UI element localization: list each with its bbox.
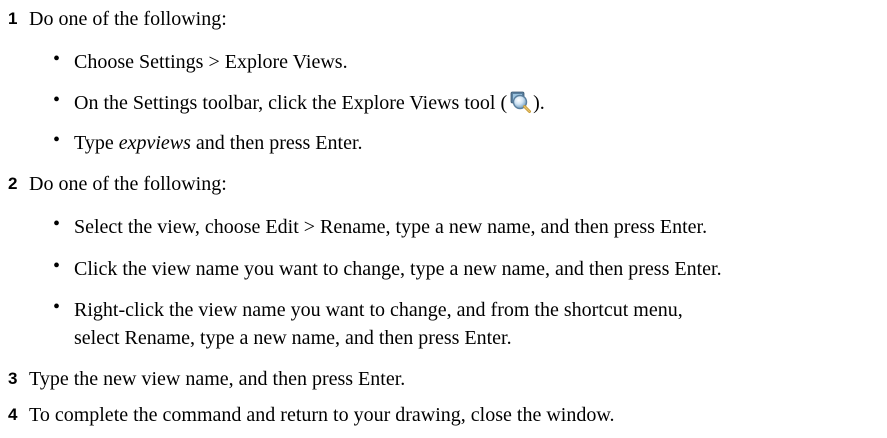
bullet-glyph: • bbox=[53, 255, 61, 277]
bullet-text: Right-click the view name you want to ch… bbox=[74, 296, 683, 352]
bullet-text-after: ). bbox=[533, 92, 545, 114]
bullet-glyph: • bbox=[53, 129, 61, 151]
bullet-text-line: select Rename, type a new name, and then… bbox=[74, 327, 512, 349]
step-text: To complete the command and return to yo… bbox=[29, 404, 615, 426]
bullet-text-after: and then press Enter. bbox=[190, 132, 363, 154]
bullet-text: On the Settings toolbar, click the Explo… bbox=[74, 89, 545, 118]
command-name: expviews bbox=[118, 132, 191, 154]
bullet-text: Select the view, choose Edit > Rename, t… bbox=[74, 216, 708, 238]
step-3: 3 Type the new view name, and then press… bbox=[0, 365, 887, 395]
bullet-text: Choose Settings > Explore Views. bbox=[74, 51, 348, 73]
step-text: Do one of the following: bbox=[29, 173, 227, 195]
bullet-text: Type expviews and then press Enter. bbox=[74, 129, 363, 158]
bullet-text: Click the view name you want to change, … bbox=[74, 258, 722, 280]
step-2: 2 Do one of the following: bbox=[0, 170, 887, 200]
step-number: 3 bbox=[8, 369, 18, 388]
step-text: Type the new view name, and then press E… bbox=[29, 368, 406, 390]
bullet-glyph: • bbox=[53, 89, 61, 111]
step-4: 4 To complete the command and return to … bbox=[0, 401, 887, 431]
step-1: 1 Do one of the following: bbox=[0, 5, 887, 35]
explore-views-icon bbox=[508, 90, 532, 114]
step-text: Do one of the following: bbox=[29, 8, 227, 30]
bullet-glyph: • bbox=[53, 213, 61, 235]
bullet-glyph: • bbox=[53, 296, 61, 318]
bullet-text-before: On the Settings toolbar, click the Explo… bbox=[74, 92, 508, 114]
step-number: 4 bbox=[8, 405, 18, 424]
step-number: 2 bbox=[8, 174, 18, 193]
step-number: 1 bbox=[8, 9, 18, 28]
bullet-glyph: • bbox=[53, 48, 61, 70]
bullet-text-line: Right-click the view name you want to ch… bbox=[74, 299, 683, 321]
bullet-text-before: Type bbox=[74, 132, 119, 154]
